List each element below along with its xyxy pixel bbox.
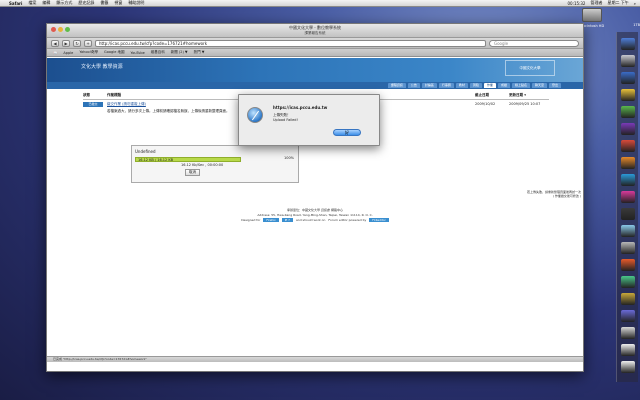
reload-icon[interactable]: ↻ [73, 39, 81, 47]
update-date: 2009/09/25 10:07 [509, 102, 541, 106]
tab-3[interactable]: 行事曆 [438, 83, 454, 88]
bookmark-item[interactable]: YouTube [131, 51, 145, 55]
add-bookmark-icon[interactable]: + [84, 39, 92, 47]
designed-for: Designed for Firefox IE 7 and should wor… [47, 218, 583, 223]
dock-app-icon[interactable] [621, 327, 635, 339]
safari-compass-icon [247, 107, 263, 123]
menu-history[interactable]: 歷史記錄 [78, 0, 94, 6]
menu-file[interactable]: 檔案 [28, 0, 36, 6]
tab-4[interactable]: 教材 [455, 83, 468, 88]
clock-time[interactable]: 00:15:32 [568, 1, 586, 6]
designed-mid: and should work on [295, 218, 326, 222]
tab-9[interactable]: 聊天室 [531, 83, 547, 88]
designed-prefix: Designed for [241, 218, 261, 222]
upload-progress-bar: 16.12 KB / 16.12 KB [135, 157, 241, 162]
bookmark-item[interactable]: 維基百科 [151, 50, 165, 55]
ok-button[interactable]: 好 [333, 129, 361, 136]
bookmark-item[interactable]: 熱門 ▼ [194, 50, 205, 55]
menu-help[interactable]: 輔助說明 [128, 0, 144, 6]
firefox-badge[interactable]: Firefox [263, 218, 279, 223]
hard-drive-icon[interactable] [582, 8, 602, 22]
menu-window[interactable]: 視窗 [114, 0, 122, 6]
dock-app-icon[interactable] [621, 140, 635, 152]
upload-progress-box: Undefined 16.12 KB / 16.12 KB 100% 16.12… [131, 145, 299, 183]
dock-app-icon[interactable] [621, 106, 635, 118]
dock-app-icon[interactable] [621, 89, 635, 101]
due-date: 2009/10/02 [475, 102, 496, 106]
dock-app-icon[interactable] [621, 361, 635, 373]
dock-app-icon[interactable] [621, 242, 635, 254]
tab-5[interactable]: 測驗 [469, 83, 482, 88]
bookmark-item[interactable]: Yahoo!奇摩 [79, 50, 98, 55]
dock-app-icon[interactable] [621, 344, 635, 356]
browser-window: 中國文化大學 - 數位教學系統 課業報告系統 ◀ ▶ ↻ + http://ic… [46, 23, 584, 372]
bookmarks-book-icon[interactable]: 📖 [53, 51, 57, 55]
tab-6[interactable]: 作業 [483, 83, 496, 88]
bookmark-item[interactable]: 新聞 (2) ▼ [171, 50, 188, 55]
window-subtitle: 課業報告系統 [304, 31, 326, 35]
back-icon[interactable]: ◀ [51, 39, 59, 47]
cancel-upload-button[interactable]: 取消 [185, 169, 200, 176]
tab-10[interactable]: 登出 [548, 83, 561, 88]
site-logo: 中國文化大學 [505, 60, 555, 76]
menu-view[interactable]: 顯示方式 [56, 0, 72, 6]
footer-line: Address: 55, Hwa-Kang Road, Yang-Ming-Sh… [257, 212, 373, 217]
dock-app-icon[interactable] [621, 174, 635, 186]
disk-info: 1TB [633, 23, 640, 27]
search-input[interactable]: Google [489, 39, 579, 47]
forward-icon[interactable]: ▶ [62, 39, 70, 47]
menubar: Safari 檔案 編輯 顯示方式 歷史記錄 書籤 視窗 輔助說明 00:15:… [0, 0, 640, 7]
upload-hint: 若上傳失敗，請重新整理頁面後再試一次 ( 作業繳交後可修改 ) [451, 190, 581, 198]
dock-app-icon[interactable] [621, 123, 635, 135]
dock-app-icon[interactable] [621, 72, 635, 84]
site-name: 文化大學 教學資源 [81, 64, 123, 70]
dock-app-icon[interactable] [621, 225, 635, 237]
dock-app-icon[interactable] [621, 208, 635, 220]
dock-app-icon[interactable] [621, 157, 635, 169]
designed-suffix: Forum editor powered by [328, 218, 367, 222]
titlebar[interactable]: 中國文化大學 - 數位教學系統 課業報告系統 [47, 24, 583, 38]
dock-app-icon[interactable] [621, 293, 635, 305]
tab-2[interactable]: 討論區 [421, 83, 437, 88]
menu-bookmarks[interactable]: 書籤 [100, 0, 108, 6]
alert-dialog: https://icas.pccu.edu.tw 上傳失敗！ Upload Fa… [238, 94, 380, 146]
site-banner: 文化大學 教學資源 中國文化大學 [47, 58, 583, 82]
dock-app-icon[interactable] [621, 55, 635, 67]
clock-day[interactable]: 星期二 下午 [607, 0, 628, 6]
dock-app-icon[interactable] [621, 38, 635, 50]
bookmark-item[interactable]: Google 地圖 [104, 50, 124, 55]
col-update[interactable]: 更新日期 ▾ [509, 93, 549, 98]
tab-8[interactable]: 線上點名 [511, 83, 530, 88]
col-due: 截止日期 [475, 93, 489, 97]
dock-app-icon[interactable] [621, 259, 635, 271]
fckeditor-badge[interactable]: FCKeditor [369, 218, 389, 223]
status-bar: 已完成 "http://icas.pccu.edu.tw/cfp?code=17… [47, 356, 583, 362]
upload-rate: 16.12 Kb/Sec , 00:00:00 [181, 163, 224, 167]
nav-tabs: 課程資訊 公告 討論區 行事曆 教材 測驗 作業 成績 線上點名 聊天室 登出 [47, 82, 583, 89]
menu-edit[interactable]: 編輯 [42, 0, 50, 6]
toolbar: ◀ ▶ ↻ + http://icas.pccu.edu.tw/cfp?code… [47, 38, 583, 49]
page-footer: 承辦單位：中國文化大學 資訊處 網路中心 Address: 55, Hwa-Ka… [47, 208, 583, 223]
bookmark-item[interactable]: Apple [63, 51, 73, 55]
bookmarks-bar: 📖 Apple Yahoo!奇摩 Google 地圖 YouTube 維基百科 … [47, 49, 583, 57]
dialog-message: Upload Failed! [273, 118, 298, 122]
tab-7[interactable]: 成績 [497, 83, 510, 88]
dock-app-icon[interactable] [621, 191, 635, 203]
url-field[interactable]: http://icas.pccu.edu.tw/cfp?code=176721#… [95, 39, 486, 47]
ie-badge[interactable]: IE 7 [281, 218, 293, 223]
user-menu[interactable]: 管理者 [590, 0, 602, 6]
upload-filename: Undefined [135, 149, 156, 154]
dock-app-icon[interactable] [621, 310, 635, 322]
dock [616, 32, 638, 382]
menu-app[interactable]: Safari [9, 1, 22, 6]
dock-app-icon[interactable] [621, 276, 635, 288]
upload-hint-line: ( 作業繳交後可修改 ) [552, 194, 581, 198]
tab-1[interactable]: 公告 [407, 83, 420, 88]
tab-0[interactable]: 課程資訊 [387, 83, 406, 88]
dialog-host: https://icas.pccu.edu.tw [273, 105, 328, 110]
status-badge: 已繳交 [83, 102, 103, 107]
col-status: 狀態 [83, 93, 90, 97]
spotlight-icon[interactable]: ⌕ [634, 1, 636, 6]
upload-percent: 100% [283, 156, 294, 160]
